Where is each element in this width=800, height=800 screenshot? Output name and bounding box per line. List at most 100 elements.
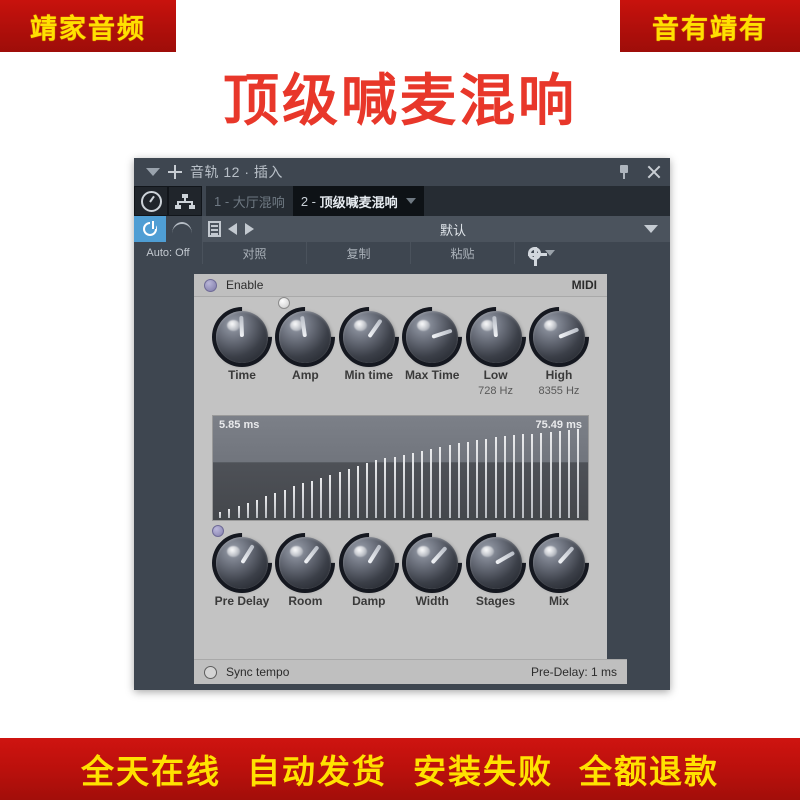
sync-tempo-label: Sync tempo <box>226 665 290 679</box>
knob-highlight <box>417 546 431 557</box>
plugin-slots: 1 - 大厅混响 2 - 顶级喊麦混响 <box>206 186 670 216</box>
bottom-knob-label: Room <box>288 594 323 608</box>
paste-button[interactable]: 粘贴 <box>410 242 514 264</box>
impulse-bar <box>485 439 488 518</box>
impulse-bar <box>494 437 497 518</box>
next-arrow-icon[interactable] <box>245 223 254 235</box>
slot-1-name: 大厅混响 <box>232 194 285 210</box>
chevron-down-icon[interactable] <box>644 225 658 233</box>
settings-group[interactable] <box>514 242 567 266</box>
top-knob-high[interactable] <box>532 311 585 363</box>
bottom-knob-room[interactable] <box>279 537 332 589</box>
prev-arrow-icon[interactable] <box>228 223 237 235</box>
preset-strip[interactable]: 默认 <box>202 216 670 242</box>
copy-button[interactable]: 复制 <box>306 242 410 264</box>
document-icon[interactable] <box>208 221 221 237</box>
enable-led-icon[interactable] <box>204 278 217 292</box>
impulse-bar <box>329 474 332 518</box>
window-titlebar: 音轨 12 · 插入 <box>134 158 670 186</box>
pin-icon[interactable] <box>618 165 630 179</box>
plugin-slot-2[interactable]: 2 - 顶级喊麦混响 <box>292 186 424 216</box>
knob-highlight <box>353 546 367 557</box>
knob-pointer <box>239 315 244 338</box>
impulse-bar <box>393 456 396 518</box>
top-knob-label: Time <box>228 368 256 382</box>
top-knob-cell-time: Time <box>212 311 272 397</box>
top-knob-label: Min time <box>344 368 394 382</box>
slot-2-number: 2 - <box>300 193 316 209</box>
knob-highlight <box>290 546 304 557</box>
window-bottom-strip <box>134 684 670 690</box>
top-knob-low[interactable] <box>469 311 522 363</box>
slot-2-name: 顶级喊麦混响 <box>319 194 398 210</box>
sync-tempo-radio[interactable] <box>204 665 217 679</box>
amp-indicator-led[interactable] <box>278 297 290 309</box>
top-knob-time[interactable] <box>216 311 268 363</box>
gear-icon[interactable] <box>527 246 547 266</box>
predelay-readout: Pre-Delay: 1 ms <box>530 665 617 679</box>
auto-status-label[interactable]: Auto: Off <box>134 242 202 264</box>
plugin-slot-1[interactable]: 1 - 大厅混响 <box>206 186 293 216</box>
knob-pointer <box>558 327 580 339</box>
routing-button[interactable] <box>168 186 202 216</box>
slots-empty-area[interactable] <box>423 186 670 216</box>
bottom-knob-pre-delay[interactable] <box>216 537 268 589</box>
top-knob-min-time[interactable] <box>342 311 395 363</box>
plugin-chain-row: 1 - 大厅混响 2 - 顶级喊麦混响 <box>134 186 670 216</box>
impulse-bar <box>347 469 350 518</box>
impulse-bar <box>384 458 387 518</box>
top-promo-banner: 靖家音频 音有靖有 <box>0 0 800 52</box>
bottom-knob-cell-width: Width <box>402 537 462 608</box>
automation-row: Auto: Off 对照 复制 粘贴 <box>134 242 670 266</box>
preset-name: 默认 <box>439 222 466 238</box>
bottom-knob-damp[interactable] <box>342 537 395 589</box>
midi-label[interactable]: MIDI <box>572 278 597 292</box>
pre-delay-indicator-led[interactable] <box>212 525 224 537</box>
close-icon[interactable] <box>646 164 662 180</box>
impulse-bar <box>531 433 534 518</box>
top-knob-max-time[interactable] <box>406 311 459 363</box>
promo-phrase-1: 全天在线 <box>81 752 221 791</box>
chevron-down-icon[interactable] <box>405 198 416 204</box>
compare-button[interactable]: 对照 <box>202 242 306 264</box>
knob-highlight <box>227 546 240 557</box>
automation-curve-icon <box>172 222 192 236</box>
bottom-knob-stages[interactable] <box>469 537 522 589</box>
impulse-bar <box>356 466 359 518</box>
plugin-window: 音轨 12 · 插入 1 - 大厅混响 2 - 顶级喊麦混响 默认 Auto: … <box>134 158 670 690</box>
plugin-ui-header: Enable MIDI <box>194 274 607 297</box>
knob-pointer <box>367 318 383 339</box>
knob-pointer <box>557 546 575 565</box>
top-knob-cell-max-time: Max Time <box>402 311 462 397</box>
plus-icon[interactable] <box>168 165 182 179</box>
bottom-knob-label: Stages <box>475 594 516 608</box>
knob-pointer <box>430 546 448 565</box>
slot-1-number: 1 - <box>214 193 230 209</box>
knob-pointer <box>494 550 515 565</box>
impulse-display[interactable]: 5.85 ms 75.49 ms <box>212 415 589 521</box>
power-button[interactable] <box>134 216 166 242</box>
impulse-bar <box>522 434 525 518</box>
reverb-plugin-ui: Enable MIDI Time Amp Min time Max Time Low 72… <box>194 274 627 684</box>
impulse-bar <box>338 471 341 518</box>
clock-button[interactable] <box>134 186 168 216</box>
impulse-bar <box>237 506 240 518</box>
bottom-knob-mix[interactable] <box>532 537 585 589</box>
top-knob-row: Time Amp Min time Max Time Low 728 Hz High 8355… <box>194 297 607 397</box>
top-knob-cell-amp: Amp <box>275 311 335 397</box>
bottom-knob-width[interactable] <box>406 537 459 589</box>
knob-highlight <box>480 546 494 557</box>
chevron-down-icon[interactable] <box>146 168 160 176</box>
impulse-bar <box>219 512 222 518</box>
top-knob-amp[interactable] <box>279 311 332 363</box>
preset-row: 默认 <box>134 216 670 242</box>
routing-icon <box>175 193 195 209</box>
top-knob-value: 728 Hz <box>478 385 513 397</box>
impulse-bar <box>567 429 570 518</box>
top-knob-cell-high: High 8355 Hz <box>529 311 589 397</box>
enable-label: Enable <box>226 278 264 292</box>
impulse-bar <box>577 428 580 518</box>
automation-button[interactable] <box>166 216 198 242</box>
bottom-knob-label: Width <box>415 594 449 608</box>
titlebar-controls <box>618 158 662 186</box>
